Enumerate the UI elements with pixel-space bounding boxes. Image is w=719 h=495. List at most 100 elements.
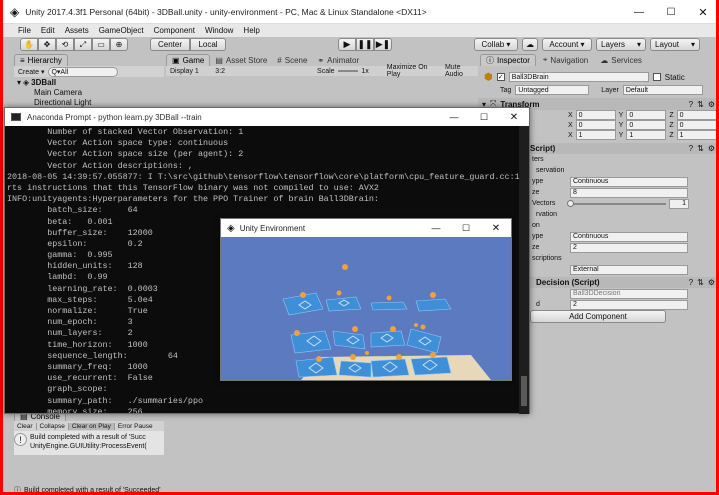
scene-name: 3DBall [31, 78, 57, 87]
tab-scene[interactable]: # Scene [272, 54, 312, 66]
scale-y[interactable]: 1 [626, 130, 667, 140]
scale-label: Scale [317, 67, 335, 75]
active-checkbox[interactable]: ✓ [496, 73, 505, 81]
scale-z[interactable]: 1 [676, 130, 717, 140]
menu-help[interactable]: Help [243, 26, 259, 35]
console-message[interactable]: ! Build completed with a result of 'Succ… [14, 431, 164, 455]
agent-ball [386, 295, 392, 301]
menu-edit[interactable]: Edit [41, 26, 55, 35]
position-z[interactable]: 0 [676, 110, 717, 120]
console-collapse-button[interactable]: Collapse [37, 422, 69, 430]
static-checkbox[interactable] [652, 73, 661, 81]
vector-action-space-size[interactable]: 2 [570, 242, 688, 253]
close-button[interactable]: ✕ [687, 6, 719, 19]
move-tool-button[interactable]: ✥ [38, 38, 56, 51]
console-clear-on-play-button[interactable]: Clear on Play [68, 422, 115, 430]
menu-component[interactable]: Component [154, 26, 195, 35]
terminal-minimize-button[interactable]: — [439, 112, 469, 122]
menu-file[interactable]: File [18, 26, 31, 35]
hand-tool-button[interactable]: ✋ [20, 38, 38, 51]
rotation-y[interactable]: 0 [626, 120, 667, 130]
tab-asset-store[interactable]: ▤ Asset Store [210, 54, 272, 66]
list-icon: ≡ [20, 56, 25, 65]
preset-icon[interactable]: ⇅ [697, 144, 704, 153]
rotation-x[interactable]: 0 [575, 120, 616, 130]
pause-button[interactable]: ❚❚ [356, 38, 374, 51]
help-icon[interactable]: ? [689, 144, 693, 153]
tab-game[interactable]: ▣ Game [166, 54, 211, 66]
layers-button[interactable]: Layers ▾ [596, 38, 646, 51]
minimize-button[interactable]: — [623, 7, 655, 18]
decision-script-field[interactable]: Ball3DDecision [570, 288, 688, 299]
hierarchy-search-input[interactable]: Q▾All [48, 66, 119, 77]
pivot-center-button[interactable]: Center [150, 38, 190, 51]
layer-dropdown[interactable]: Default [622, 85, 703, 95]
stacked-vectors-value[interactable]: 1 [669, 198, 689, 209]
tag-dropdown[interactable]: Untagged [515, 85, 590, 95]
display-select[interactable]: Display 1 [170, 68, 215, 75]
settings-gear-icon[interactable]: ⚙ [708, 100, 715, 109]
help-icon[interactable]: ? [689, 278, 693, 287]
vector-observation-space-size[interactable]: 8 [570, 187, 688, 198]
menu-gameobject[interactable]: GameObject [99, 26, 144, 35]
scale-slider[interactable] [337, 70, 359, 72]
stacked-vectors-slider[interactable] [567, 199, 666, 207]
pivot-local-button[interactable]: Local [190, 38, 226, 51]
cloud-icon[interactable]: ☁ [522, 38, 538, 51]
preset-icon[interactable]: ⇅ [697, 278, 704, 287]
step-button[interactable]: ▶❚ [374, 38, 392, 51]
maximize-on-play-toggle[interactable]: Maximize On Play [387, 64, 440, 78]
brain-type-dropdown[interactable]: External [570, 264, 688, 275]
rect-tool-button[interactable]: ▭ [92, 38, 110, 51]
tab-services[interactable]: ☁ Services [595, 54, 647, 66]
menu-assets[interactable]: Assets [65, 26, 89, 35]
scale-x[interactable]: 1 [575, 130, 616, 140]
terminal-close-button[interactable]: ✕ [499, 112, 529, 123]
terminal-maximize-button[interactable]: ☐ [469, 112, 499, 123]
rotation-z[interactable]: 0 [676, 120, 717, 130]
mute-audio-toggle[interactable]: Mute Audio [445, 64, 478, 78]
hierarchy-item[interactable]: Main Camera [14, 88, 164, 98]
aspect-select[interactable]: 3:2 [215, 68, 253, 75]
env-maximize-button[interactable]: ☐ [451, 223, 481, 234]
vector-observation-space-type[interactable]: Continuous [570, 176, 688, 187]
position-x[interactable]: 0 [575, 110, 616, 120]
play-button[interactable]: ▶ [338, 38, 356, 51]
tab-inspector[interactable]: ⓘ Inspector [480, 54, 536, 66]
env-close-button[interactable]: ✕ [481, 223, 511, 234]
brain-param-label: ze [532, 189, 540, 196]
help-icon[interactable]: ? [689, 100, 693, 109]
position-y[interactable]: 0 [626, 110, 667, 120]
vector-action-space-type[interactable]: Continuous [570, 231, 688, 242]
terminal-scrollbar[interactable] [519, 126, 529, 414]
collab-button[interactable]: Collab ▾ [474, 38, 518, 51]
terminal-line: Vector Action space type: continuous [7, 138, 229, 149]
settings-gear-icon[interactable]: ⚙ [708, 144, 715, 153]
preset-icon[interactable]: ⇅ [697, 100, 704, 109]
maximize-button[interactable]: ☐ [655, 7, 687, 18]
account-button[interactable]: Account ▾ [542, 38, 592, 51]
tab-navigation[interactable]: ⌖ Navigation [538, 54, 593, 66]
settings-gear-icon[interactable]: ⚙ [708, 278, 715, 287]
expand-arrow-icon[interactable]: ▾ [17, 78, 21, 87]
layout-button[interactable]: Layout ▾ [650, 38, 700, 51]
scale-tool-button[interactable]: ⤢ [74, 38, 92, 51]
console-clear-button[interactable]: Clear [14, 422, 37, 430]
tab-animator[interactable]: ⚭ Animator [312, 54, 364, 66]
decision-param-value[interactable]: 2 [570, 299, 688, 310]
rotate-tool-button[interactable]: ⟲ [56, 38, 74, 51]
console-error-pause-button[interactable]: Error Pause [115, 423, 156, 430]
brain-param-label: ters [532, 156, 544, 163]
info-message-icon: ! [14, 433, 27, 446]
scene-row[interactable]: ▾ ◈ 3DBall [14, 77, 164, 88]
transform-tool-button[interactable]: ⊕ [110, 38, 128, 51]
terminal-line: Number of stacked Vector Observation: 1 [7, 127, 244, 137]
terminal-scroll-thumb[interactable] [521, 376, 527, 406]
add-component-button[interactable]: Add Component [530, 310, 666, 323]
hierarchy-tab[interactable]: ≡ Hierarchy [14, 54, 68, 66]
hierarchy-create-button[interactable]: Create ▾ [18, 68, 44, 76]
menu-window[interactable]: Window [205, 26, 233, 35]
env-minimize-button[interactable]: — [421, 223, 451, 233]
agent-ball [350, 354, 356, 360]
object-name-field[interactable]: Ball3DBrain [508, 72, 649, 82]
